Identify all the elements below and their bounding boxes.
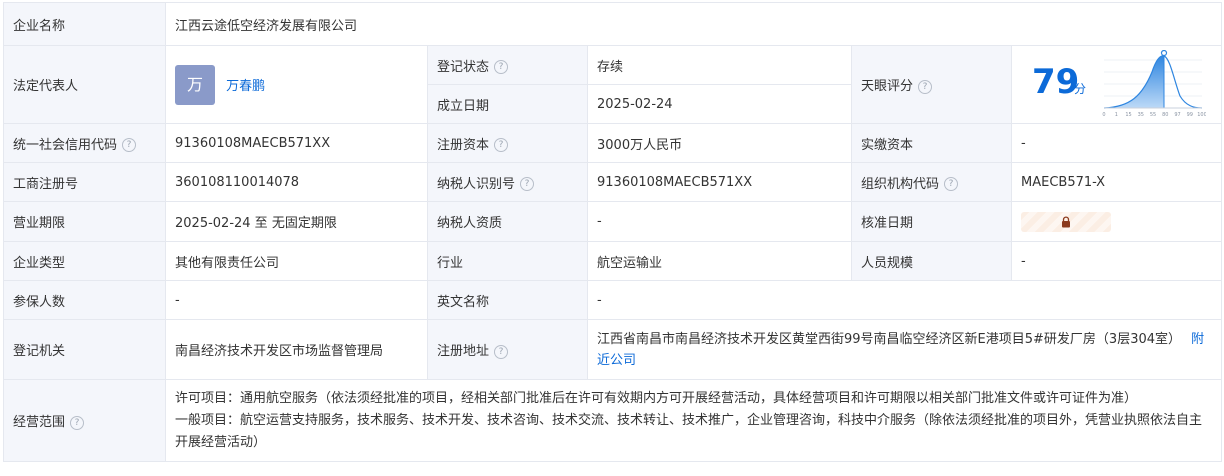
label-taxpayer-id-text: 纳税人识别号 xyxy=(437,176,516,192)
value-company-type: 其他有限责任公司 xyxy=(165,241,428,281)
value-taxpayer-id: 91360108MAECB571XX xyxy=(587,162,852,202)
value-staff-size: - xyxy=(1011,241,1222,281)
score-marker-dot xyxy=(1160,50,1168,57)
label-tianyan-score-text: 天眼评分 xyxy=(861,79,914,94)
question-circle-icon[interactable]: ? xyxy=(122,138,137,152)
label-insured-count: 参保人数 xyxy=(3,280,166,320)
label-reg-status: 登记状态? xyxy=(427,45,588,85)
biz-scope-cell: 许可项目：通用航空服务（依法须经批准的项目，经相关部门批准后在许可有效期内方可开… xyxy=(165,379,1222,462)
legal-rep-cell: 万 万春鹏 xyxy=(165,45,428,124)
question-circle-icon[interactable]: ? xyxy=(494,60,509,74)
value-industry: 航空运输业 xyxy=(587,241,852,281)
score-cell[interactable]: 79 分 0 1 15 35 55 80 97 99 100 xyxy=(1011,45,1222,124)
question-circle-icon[interactable]: ? xyxy=(918,79,933,94)
label-legal-rep: 法定代表人 xyxy=(3,45,166,124)
value-reg-status: 存续 xyxy=(587,45,852,85)
legal-rep-link[interactable]: 万春鹏 xyxy=(226,79,265,94)
chart-tick-label: 0 xyxy=(1102,112,1105,118)
score-value: 79 xyxy=(1032,62,1080,102)
score-distribution-chart: 0 1 15 35 55 80 97 99 100 xyxy=(1102,50,1206,118)
question-circle-icon[interactable]: ? xyxy=(70,415,85,430)
biz-scope-general: 一般项目：航空运营支持服务，技术服务、技术开发、技术咨询、技术交流、技术转让、技… xyxy=(175,412,1203,450)
label-reg-authority: 登记机关 xyxy=(3,319,166,380)
value-biz-term: 2025-02-24 至 无固定期限 xyxy=(165,201,428,242)
value-english-name: - xyxy=(587,280,1222,320)
chart-tick-label: 99 xyxy=(1187,112,1193,118)
value-paid-capital: - xyxy=(1011,123,1222,163)
label-org-code-text: 组织机构代码 xyxy=(861,176,940,192)
avatar: 万 xyxy=(175,64,215,105)
value-reg-authority: 南昌经济技术开发区市场监督管理局 xyxy=(165,319,428,380)
value-reg-address: 江西省南昌市南昌经济技术开发区黄堂西街99号南昌临空经济区新E港项目5#研发厂房… xyxy=(597,331,1182,347)
chart-tick-label: 100 xyxy=(1197,112,1206,118)
label-taxpayer-qual: 纳税人资质 xyxy=(427,201,588,242)
question-circle-icon[interactable]: ? xyxy=(520,177,535,191)
chart-tick-label: 15 xyxy=(1125,112,1131,118)
label-taxpayer-id: 纳税人识别号? xyxy=(427,162,588,202)
value-credit-code: 91360108MAECB571XX xyxy=(165,123,428,163)
chart-tick-label: 80 xyxy=(1162,112,1168,118)
lock-icon xyxy=(1062,215,1070,227)
label-industry: 行业 xyxy=(427,241,588,281)
question-circle-icon[interactable]: ? xyxy=(494,344,509,359)
label-biz-term: 营业期限 xyxy=(3,201,166,242)
label-reg-address-text: 注册地址 xyxy=(437,344,490,359)
label-company-type: 企业类型 xyxy=(3,241,166,281)
label-reg-capital: 注册资本? xyxy=(427,123,588,163)
locked-value-box[interactable] xyxy=(1021,211,1111,232)
value-org-code: MAECB571-X xyxy=(1011,162,1222,202)
label-biz-scope-text: 经营范围 xyxy=(13,415,66,430)
label-english-name: 英文名称 xyxy=(427,280,588,320)
label-reg-capital-text: 注册资本 xyxy=(437,137,490,153)
company-info-table: 企业名称 江西云途低空经济发展有限公司 法定代表人 万 万春鹏 登记状态? 存续… xyxy=(3,2,1222,462)
label-org-code: 组织机构代码? xyxy=(851,162,1012,202)
biz-scope-permit: 许可项目：通用航空服务（依法须经批准的项目，经相关部门批准后在许可有效期内方可开… xyxy=(175,390,1138,406)
label-staff-size: 人员规模 xyxy=(851,241,1012,281)
label-approval-date: 核准日期 xyxy=(851,201,1012,242)
label-est-date: 成立日期 xyxy=(427,84,588,124)
value-biz-reg-no: 360108110014078 xyxy=(165,162,428,202)
reg-address-cell: 江西省南昌市南昌经济技术开发区黄堂西街99号南昌临空经济区新E港项目5#研发厂房… xyxy=(587,319,1222,380)
chart-tick-label: 35 xyxy=(1138,112,1144,118)
value-insured-count: - xyxy=(165,280,428,320)
question-circle-icon[interactable]: ? xyxy=(944,177,959,191)
label-credit-code-text: 统一社会信用代码 xyxy=(13,137,118,153)
label-reg-address: 注册地址? xyxy=(427,319,588,380)
label-reg-status-text: 登记状态 xyxy=(437,59,490,75)
approval-date-cell xyxy=(1011,201,1222,242)
label-tianyan-score: 天眼评分? xyxy=(851,45,1012,124)
label-company-name: 企业名称 xyxy=(3,2,166,46)
label-biz-reg-no: 工商注册号 xyxy=(3,162,166,202)
score-unit: 分 xyxy=(1074,82,1087,96)
label-biz-scope: 经营范围? xyxy=(3,379,166,462)
label-credit-code: 统一社会信用代码? xyxy=(3,123,166,163)
chart-tick-label: 97 xyxy=(1174,112,1180,118)
chart-tick-label: 1 xyxy=(1115,112,1118,118)
question-circle-icon[interactable]: ? xyxy=(494,138,509,152)
value-taxpayer-qual: - xyxy=(587,201,852,242)
chart-tick-label: 55 xyxy=(1150,112,1156,118)
value-reg-capital: 3000万人民币 xyxy=(587,123,852,163)
label-paid-capital: 实缴资本 xyxy=(851,123,1012,163)
value-company-name: 江西云途低空经济发展有限公司 xyxy=(165,2,1222,46)
value-est-date: 2025-02-24 xyxy=(587,84,852,124)
